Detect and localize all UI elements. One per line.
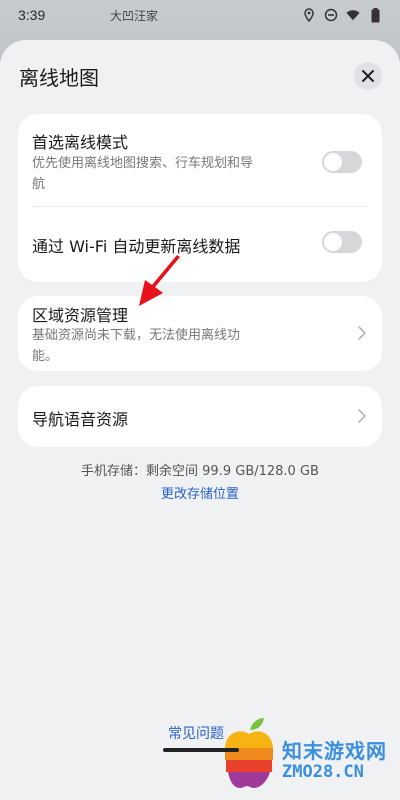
close-button[interactable] bbox=[354, 62, 382, 90]
watermark-apple-logo bbox=[225, 718, 273, 788]
offline-settings-card: 首选离线模式 优先使用离线地图搜索、行车规划和导 航 通过 Wi-Fi 自动更新… bbox=[18, 114, 382, 282]
watermark-name-cn: 知末游戏网 bbox=[282, 739, 387, 763]
offline-map-sheet: 离线地图 首选离线模式 优先使用离线地图搜索、行车规划和导 航 通过 Wi-Fi… bbox=[0, 40, 400, 800]
preferred-offline-mode-title: 首选离线模式 bbox=[32, 133, 129, 152]
wifi-auto-update-row[interactable]: 通过 Wi-Fi 自动更新离线数据 bbox=[18, 207, 382, 282]
navigation-voice-resources-card[interactable]: 导航语音资源 bbox=[18, 386, 382, 447]
region-resource-management-card[interactable]: 区域资源管理 基础资源尚未下载，无法使用离线功 能。 bbox=[18, 296, 382, 371]
wifi-icon bbox=[346, 8, 360, 22]
chevron-right-icon bbox=[358, 409, 366, 423]
battery-icon bbox=[368, 7, 382, 22]
region-resource-subtitle-line1: 基础资源尚未下载，无法使用离线功 bbox=[32, 328, 241, 343]
preferred-offline-mode-subtitle-line2: 航 bbox=[32, 177, 46, 192]
chevron-right-icon bbox=[358, 326, 366, 340]
status-bar: 3:39 大凹汪家 bbox=[0, 0, 400, 30]
navigation-voice-resources-title: 导航语音资源 bbox=[32, 410, 129, 429]
watermark-name-en: ZMO28.CN bbox=[282, 762, 364, 782]
toggle-knob bbox=[324, 233, 342, 251]
storage-info: 手机存储：剩余空间 99.9 GB/128.0 GB bbox=[81, 464, 319, 479]
region-resource-subtitle-line2: 能。 bbox=[32, 349, 59, 364]
preferred-offline-mode-row[interactable]: 首选离线模式 优先使用离线地图搜索、行车规划和导 航 bbox=[18, 114, 382, 206]
status-icons bbox=[302, 7, 382, 22]
preferred-offline-mode-subtitle-line1: 优先使用离线地图搜索、行车规划和导 bbox=[32, 156, 254, 171]
region-resource-management-title: 区域资源管理 bbox=[32, 306, 129, 325]
annotation-arrow bbox=[139, 255, 180, 306]
close-icon bbox=[362, 70, 374, 82]
faq-link[interactable]: 常见问题 bbox=[168, 723, 224, 743]
do-not-disturb-icon bbox=[324, 8, 338, 22]
page-title: 离线地图 bbox=[19, 66, 99, 90]
toggle-knob bbox=[324, 153, 342, 171]
status-time: 3:39 bbox=[18, 7, 46, 23]
wifi-auto-update-toggle[interactable] bbox=[322, 231, 362, 253]
preferred-offline-mode-toggle[interactable] bbox=[322, 151, 362, 173]
change-storage-location-link[interactable]: 更改存储位置 bbox=[0, 483, 400, 502]
location-icon bbox=[302, 8, 316, 22]
home-indicator[interactable] bbox=[163, 748, 239, 752]
map-place-label: 大凹汪家 bbox=[110, 9, 159, 23]
